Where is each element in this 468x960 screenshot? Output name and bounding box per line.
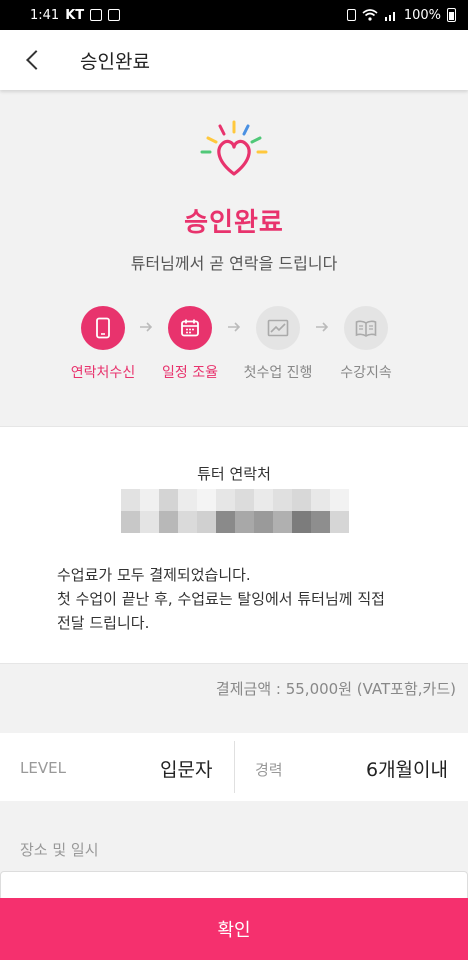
step-label: 수강지속 [340, 365, 392, 381]
contact-pixelated [121, 489, 349, 533]
message-line: 첫 수업이 끝난 후, 수업료는 탈잉에서 튜터님께 직접 [57, 590, 385, 608]
step-continue [344, 306, 388, 350]
heart-icon [200, 120, 268, 176]
page-title: 승인완료 [80, 50, 150, 73]
arrow-right-icon [316, 322, 329, 332]
place-field[interactable] [0, 871, 468, 901]
place-section: 장소 및 일시 [0, 801, 468, 901]
step-label: 첫수업 진행 [243, 365, 313, 381]
level-label: LEVEL [20, 759, 66, 777]
step-label: 일정 조율 [162, 365, 218, 381]
payment-summary: 결제금액 : 55,000원 (VAT포함,카드) [0, 663, 468, 733]
step-first-lesson [256, 306, 300, 350]
level-value: 입문자 [160, 759, 213, 781]
hero-title: 승인완료 [184, 208, 284, 238]
confirm-button[interactable]: 확인 [0, 898, 468, 960]
message-line: 전달 드립니다. [57, 614, 150, 632]
divider [234, 741, 235, 793]
book-icon [355, 320, 377, 337]
signal-icon [384, 12, 395, 21]
step-schedule [168, 306, 212, 350]
phone-icon [96, 317, 110, 339]
screenshot-icon [108, 9, 121, 21]
place-label: 장소 및 일시 [20, 841, 99, 859]
notification-icon [90, 9, 103, 21]
message-line: 수업료가 모두 결제되었습니다. [57, 566, 251, 584]
calendar-icon [181, 319, 199, 337]
status-bar: 1:41 KT 100% [0, 0, 468, 30]
wifi-icon [362, 9, 378, 21]
class-info: LEVEL 입문자 경력 6개월이내 [0, 733, 468, 801]
status-time: 1:41 [30, 7, 60, 23]
arrow-right-icon [140, 322, 153, 332]
arrow-right-icon [228, 322, 241, 332]
back-button[interactable] [0, 30, 64, 90]
step-contact [81, 306, 125, 350]
career-value: 6개월이내 [365, 759, 448, 781]
tutor-contact-section: 튜터 연락처 수업료가 모두 결제되었습니다. 첫 수업이 끝난 후, 수업료는… [0, 426, 468, 663]
app-bar: 승인완료 [0, 30, 468, 90]
chart-icon [267, 319, 289, 337]
career-label: 경력 [255, 761, 283, 779]
step-label: 연락처수신 [70, 365, 136, 381]
payment-message: 수업료가 모두 결제되었습니다. 첫 수업이 끝난 후, 수업료는 탈잉에서 튜… [57, 563, 385, 635]
vibrate-icon [346, 9, 356, 21]
contact-title: 튜터 연락처 [197, 465, 271, 483]
battery-icon [447, 8, 456, 22]
hero-subtitle: 튜터님께서 곧 연락을 드립니다 [130, 254, 338, 273]
chevron-left-icon [26, 50, 46, 70]
payment-amount: 결제금액 : 55,000원 (VAT포함,카드) [215, 680, 456, 698]
status-carrier: KT [65, 7, 85, 23]
status-hero: 승인완료 튜터님께서 곧 연락을 드립니다 연락처수신 일정 조율 첫수업 진행… [0, 90, 468, 426]
battery-percent: 100% [403, 7, 441, 23]
